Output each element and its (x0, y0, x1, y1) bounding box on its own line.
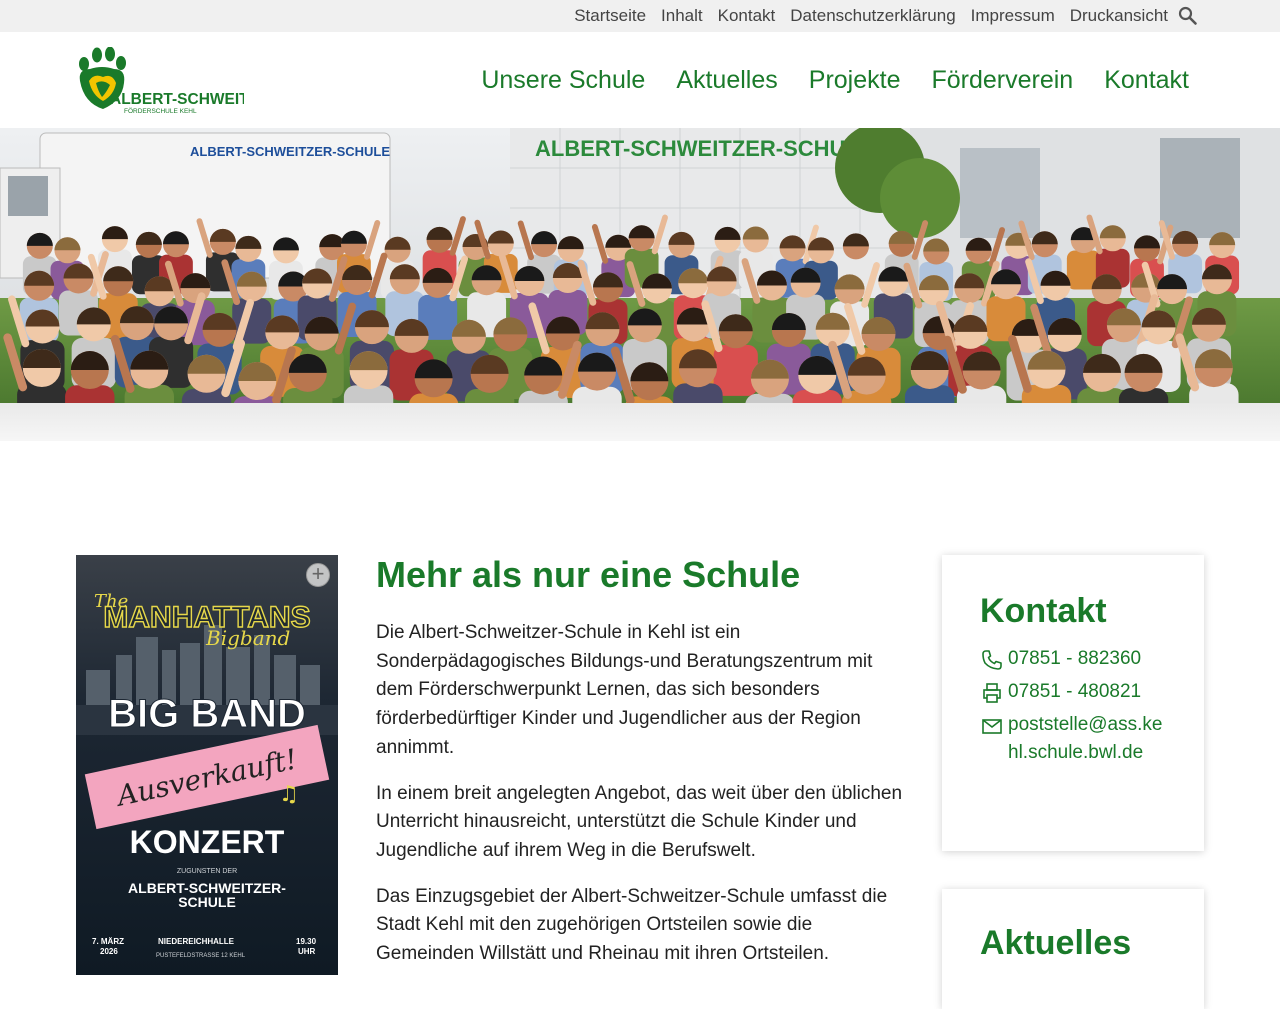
nav-aktuelles[interactable]: Aktuelles (676, 66, 777, 95)
contact-fax-row: 07851 - 480821 (980, 678, 1166, 706)
poster-date-year: 2026 (100, 947, 118, 956)
intro-paragraph-1: Die Albert-Schweitzer-Schule in Kehl ist… (376, 622, 873, 758)
news-card-title: Aktuelles (980, 924, 1132, 962)
utility-link-impressum[interactable]: Impressum (971, 6, 1055, 26)
concert-poster[interactable]: The MANHATTANS Bigband BIG BAND Ausverka… (76, 555, 338, 975)
poster-venue: NIEDEREICHHALLE (158, 937, 235, 946)
logo-paw-toe (79, 57, 89, 71)
intro-paragraph-2: In einem breit angelegten Angebot, das w… (376, 782, 903, 861)
nav-unsere-schule[interactable]: Unsere Schule (481, 66, 645, 95)
poster-zugunsten: ZUGUNSTEN DER (177, 868, 237, 875)
zoom-plus-icon[interactable]: + (306, 563, 330, 587)
contact-card-title: Kontakt (980, 592, 1107, 630)
site-header: ALBERT-SCHWEITZER FÖRDERSCHULE KEHL Unse… (0, 32, 1280, 128)
utility-link-startseite[interactable]: Startseite (574, 6, 646, 26)
poster-big-band: BIG BAND (108, 692, 306, 736)
top-utility-bar: Startseite Inhalt Kontakt Datenschutzerk… (0, 0, 1280, 32)
logo-subtitle: FÖRDERSCHULE KEHL (124, 107, 197, 115)
nav-projekte[interactable]: Projekte (809, 66, 901, 95)
nav-foerderverein[interactable]: Förderverein (931, 66, 1073, 95)
utility-nav: Startseite Inhalt Kontakt Datenschutzerk… (574, 0, 1168, 32)
mail-icon (982, 719, 1002, 734)
contact-fax-link[interactable]: 07851 - 480821 (1008, 678, 1141, 706)
intro-paragraph-3: Das Einzugsgebiet der Albert-Schweitzer-… (376, 885, 888, 965)
contact-phone-row: 07851 - 882360 (980, 645, 1166, 673)
main-nav: Unsere Schule Aktuelles Projekte Förderv… (481, 32, 1189, 128)
poster-time: 19.30 (296, 937, 317, 946)
utility-link-inhalt[interactable]: Inhalt (661, 6, 703, 26)
poster-music-note-icon: ♫ (279, 782, 299, 807)
poster-konzert: KONZERT (130, 824, 285, 860)
page-title: Mehr als nur eine Schule (376, 554, 801, 595)
contact-email-link[interactable]: poststelle@ass.kehl.schule.bwl.de (1008, 711, 1166, 767)
contact-card: Kontakt 07851 - 882360 07851 - 480821 po… (942, 555, 1204, 851)
nav-kontakt[interactable]: Kontakt (1104, 66, 1189, 95)
logo-paw-toe (105, 47, 115, 62)
hero-building-sign: ALBERT-SCHWEITZER-SCHULE (535, 136, 874, 161)
contact-phone-link[interactable]: 07851 - 882360 (1008, 645, 1141, 673)
search-icon[interactable] (1176, 4, 1200, 28)
utility-link-datenschutz[interactable]: Datenschutzerklärung (790, 6, 955, 26)
hero-group-photo: ALBERT-SCHWEITZER-SCHULE ALBERT-SCHWEITZ… (0, 128, 1280, 403)
main-content: Mehr als nur eine Schule Die Albert-Schw… (376, 553, 906, 986)
phone-icon (982, 650, 1002, 670)
printer-icon (983, 683, 1001, 703)
logo-paw-toe (116, 56, 126, 70)
utility-link-druckansicht[interactable]: Druckansicht (1070, 6, 1168, 26)
logo-name: ALBERT-SCHWEITZER (110, 91, 244, 108)
poster-bigband: Bigband (205, 626, 290, 650)
contact-email-row: poststelle@ass.kehl.schule.bwl.de (980, 711, 1166, 767)
hero-van-sign: ALBERT-SCHWEITZER-SCHULE (190, 144, 390, 159)
poster-school-line2: SCHULE (178, 894, 236, 910)
hero-bottom-band (0, 403, 1280, 441)
logo-paw-toe (92, 47, 102, 63)
poster-time-unit: UHR (298, 947, 316, 956)
school-logo[interactable]: ALBERT-SCHWEITZER FÖRDERSCHULE KEHL (76, 47, 244, 117)
poster-address: PUSTEFELDSTRASSE 12 KEHL (156, 953, 246, 959)
news-card: Aktuelles (942, 889, 1204, 1009)
utility-link-kontakt[interactable]: Kontakt (718, 6, 776, 26)
poster-date-day: 7. MÄRZ (92, 937, 124, 946)
